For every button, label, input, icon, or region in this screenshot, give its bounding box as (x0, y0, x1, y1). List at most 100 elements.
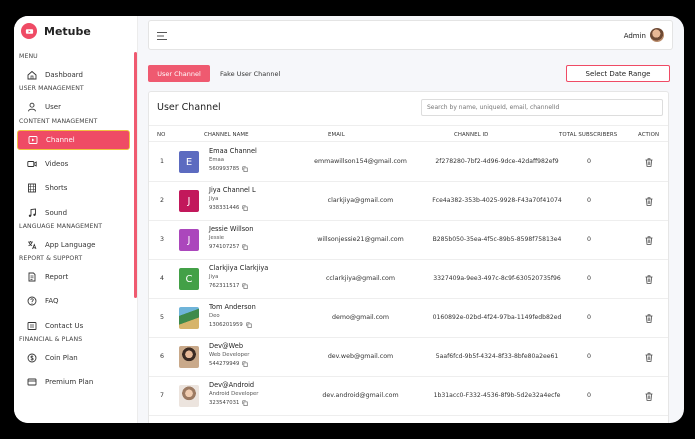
sidebar-item-premium-plan[interactable]: Premium Plan (17, 372, 130, 392)
channel-username: Web Developer (209, 352, 250, 358)
sidebar-section-label: LANGUAGE MANAGEMENT (19, 222, 103, 230)
sidebar-item-label: Premium Plan (45, 378, 94, 387)
col-channel-id: CHANNEL ID (454, 131, 489, 138)
sidebar-item-label: Contact Us (45, 321, 84, 330)
row-number: 4 (160, 275, 165, 282)
sidebar-item-label: User (45, 103, 61, 112)
sidebar-item-label: Channel (46, 135, 75, 144)
premium-icon (27, 377, 37, 387)
unique-id-text: 762311517 (209, 283, 240, 289)
tab-fake-user-channel[interactable]: Fake User Channel (220, 65, 280, 82)
sidebar-item-sound[interactable]: Sound (17, 203, 130, 223)
copy-icon[interactable] (242, 205, 248, 211)
sidebar-item-channel[interactable]: Channel (17, 129, 130, 150)
channel-username: Deo (209, 313, 220, 319)
copy-icon[interactable] (242, 400, 248, 406)
sidebar-item-report[interactable]: Report (17, 267, 130, 287)
copy-icon[interactable] (242, 166, 248, 172)
table-header: NO CHANNEL NAME EMAIL CHANNEL ID TOTAL S… (149, 125, 668, 142)
total-subscribers: 0 (586, 275, 591, 282)
sidebar-section-label: USER MANAGEMENT (19, 85, 84, 93)
channel-username: Jessie (209, 235, 225, 241)
total-subscribers: 0 (586, 314, 591, 321)
sidebar-item-label: App Language (45, 240, 96, 249)
channel-avatar (179, 346, 199, 368)
col-email: EMAIL (328, 131, 345, 138)
menu-toggle-icon[interactable] (157, 32, 167, 40)
search-input[interactable] (421, 99, 663, 116)
sidebar-item-label: Coin Plan (45, 354, 78, 362)
channel-username: Jiya (209, 196, 219, 202)
sidebar-scrollbar[interactable] (134, 52, 137, 298)
admin-avatar[interactable] (650, 28, 664, 42)
question-icon (27, 296, 37, 306)
sidebar-section-label: REPORT & SUPPORT (19, 255, 83, 263)
channel-username: Jiya (209, 274, 219, 280)
channel-card: User Channel NO CHANNEL NAME EMAIL CHANN… (148, 91, 669, 423)
trash-icon[interactable] (645, 392, 653, 401)
app-name: Metube (44, 24, 91, 38)
total-subscribers: 0 (586, 236, 591, 243)
sidebar-item-videos[interactable]: Videos (17, 154, 130, 174)
channel-unique-id: 938331446 (209, 205, 248, 211)
channel-unique-id: 323547031 (209, 400, 248, 406)
sidebar-item-faq[interactable]: FAQ (17, 291, 130, 311)
tab-user-channel[interactable]: User Channel (148, 65, 210, 82)
sidebar: Metube MENU Dashboard USER MANAGEMENT User C… (14, 16, 138, 423)
trash-icon[interactable] (645, 353, 653, 362)
unique-id-text: 1306201959 (209, 322, 243, 328)
avatar-letter: C (185, 273, 193, 285)
sidebar-section-label: CONTENT MANAGEMENT (19, 117, 98, 125)
sidebar-item-label: Shorts (45, 184, 68, 193)
logo[interactable]: Metube (21, 23, 91, 39)
channel-name: Jessie Willson (209, 225, 254, 233)
total-subscribers: 0 (586, 158, 591, 165)
sidebar-item-user[interactable]: User (17, 97, 130, 117)
row-number: 6 (160, 353, 165, 360)
channel-avatar: C (179, 268, 199, 290)
admin-label: Admin (623, 32, 646, 40)
sidebar-item-label: Sound (45, 208, 68, 217)
channel-name: Dev@Web (209, 342, 244, 350)
table-row: 5 Tom Anderson Deo 1306201959 demo@gmail… (149, 299, 668, 338)
copy-icon[interactable] (246, 322, 252, 328)
sidebar-item-coin-plan[interactable]: Coin Plan (17, 348, 130, 368)
col-action: ACTION (638, 131, 660, 138)
report-icon (27, 272, 37, 282)
col-channel-name: CHANNEL NAME (204, 131, 249, 138)
channel-unique-id: 560993785 (209, 166, 248, 172)
channel-name: Clarkjiya Clarkjiya (209, 264, 269, 272)
coin-icon (27, 353, 37, 363)
unique-id-text: 974107257 (209, 244, 240, 250)
sidebar-item-contact-us[interactable]: Contact Us (17, 316, 130, 336)
sidebar-item-shorts[interactable]: Shorts (17, 178, 130, 198)
trash-icon[interactable] (645, 236, 653, 245)
sidebar-item-dashboard[interactable]: Dashboard (17, 65, 130, 85)
total-subscribers: 0 (586, 197, 591, 204)
channel-avatar (179, 307, 199, 329)
sidebar-section-label: FINANCIAL & PLANS (19, 336, 83, 343)
trash-icon[interactable] (645, 314, 653, 323)
table-row: 4 C Clarkjiya Clarkjiya Jiya 762311517 c… (149, 260, 668, 299)
copy-icon[interactable] (242, 361, 248, 367)
unique-id-text: 560993785 (209, 166, 240, 172)
sidebar-item-app-language[interactable]: App Language (17, 235, 130, 255)
avatar-letter: E (185, 156, 193, 168)
col-no: NO (157, 131, 166, 138)
copy-icon[interactable] (242, 244, 248, 250)
channel-name: Emaa Channel (209, 147, 257, 155)
select-date-range-button[interactable]: Select Date Range (566, 65, 670, 82)
app-window: Metube MENU Dashboard USER MANAGEMENT User C… (14, 16, 684, 423)
trash-icon[interactable] (645, 158, 653, 167)
channel-name: Dev@Android (209, 381, 255, 389)
trash-icon[interactable] (645, 275, 653, 284)
row-number: 2 (160, 197, 165, 204)
channel-name: Tom Anderson (209, 303, 256, 311)
film-icon (27, 183, 37, 193)
unique-id-text: 938331446 (209, 205, 240, 211)
trash-icon[interactable] (645, 197, 653, 206)
row-number: 1 (160, 158, 165, 165)
copy-icon[interactable] (242, 283, 248, 289)
col-total-subscribers: TOTAL SUBSCRIBERS (559, 131, 618, 138)
table-row: 6 Dev@Web Web Developer 544279949 dev.we… (149, 338, 668, 377)
